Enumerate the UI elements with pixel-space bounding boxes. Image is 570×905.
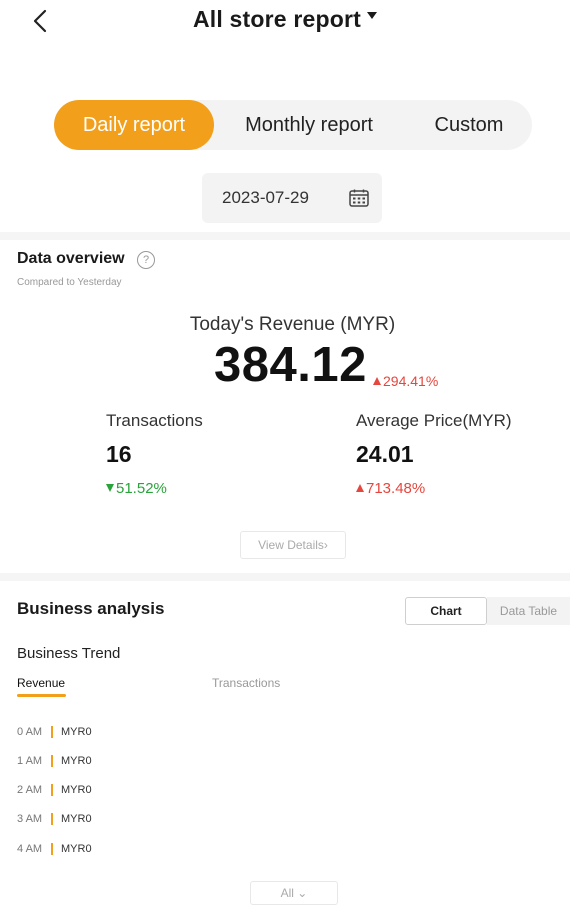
section-divider xyxy=(0,573,570,581)
store-selector[interactable]: All store report xyxy=(0,6,570,33)
arrow-up-icon xyxy=(356,483,364,492)
section-divider xyxy=(0,232,570,240)
date-value: 2023-07-29 xyxy=(222,188,309,207)
trend-row-time: 4 AM xyxy=(17,843,43,855)
arrow-down-icon xyxy=(106,483,114,492)
trend-row-value: MYR0 xyxy=(61,726,92,738)
data-table-view-button[interactable]: Data Table xyxy=(487,597,570,625)
help-icon[interactable]: ? xyxy=(137,251,155,269)
trend-row-time: 1 AM xyxy=(17,755,43,767)
calendar-icon xyxy=(349,189,369,207)
active-tab-indicator xyxy=(17,694,66,697)
revenue-value: 384.12 xyxy=(214,338,367,392)
revenue-change-value: 294.41% xyxy=(383,373,439,389)
caret-down-icon xyxy=(367,12,378,19)
trend-row-time: 2 AM xyxy=(17,784,43,796)
trend-row-bar xyxy=(51,784,53,796)
revenue-change: 294.41% xyxy=(373,373,438,389)
average-price-change-value: 713.48% xyxy=(366,480,426,497)
date-picker[interactable]: 2023-07-29 xyxy=(202,173,382,223)
trend-row-bar xyxy=(51,813,53,825)
overview-title: Data overview xyxy=(17,250,125,267)
transactions-change-value: 51.52% xyxy=(116,480,167,497)
hour-filter-dropdown[interactable]: All ⌄ xyxy=(250,881,338,905)
arrow-up-icon xyxy=(373,376,381,385)
trend-row-value: MYR0 xyxy=(61,784,92,796)
page-title: All store report xyxy=(192,6,362,32)
revenue-label: Today's Revenue (MYR) xyxy=(189,314,396,335)
trend-row: 0 AM MYR0 xyxy=(17,724,92,740)
trend-row-value: MYR0 xyxy=(61,843,92,855)
average-price-value: 24.01 xyxy=(356,441,414,467)
transactions-label: Transactions xyxy=(106,411,203,430)
trend-row-bar xyxy=(51,843,53,855)
trend-row: 2 AM MYR0 xyxy=(17,782,92,798)
period-tabs: Daily report Monthly report Custom xyxy=(54,100,532,150)
trend-row-value: MYR0 xyxy=(61,755,92,767)
business-analysis-title: Business analysis xyxy=(17,599,165,618)
trend-row-bar xyxy=(51,726,53,738)
tab-daily-report[interactable]: Daily report xyxy=(54,100,214,150)
tab-transactions[interactable]: Transactions xyxy=(212,676,280,690)
trend-row: 4 AM MYR0 xyxy=(17,841,92,857)
trend-row: 3 AM MYR0 xyxy=(17,811,92,827)
view-toggle: Chart Data Table xyxy=(405,597,570,625)
overview-subtitle: Compared to Yesterday xyxy=(17,277,122,288)
view-details-button[interactable]: View Details› xyxy=(240,531,346,559)
average-price-change: 713.48% xyxy=(356,480,425,497)
tab-monthly-report[interactable]: Monthly report xyxy=(224,100,394,150)
trend-row-bar xyxy=(51,755,53,767)
transactions-change: 51.52% xyxy=(106,480,167,497)
trend-row: 1 AM MYR0 xyxy=(17,753,92,769)
tab-revenue[interactable]: Revenue xyxy=(17,676,65,690)
trend-row-time: 3 AM xyxy=(17,813,43,825)
average-price-label: Average Price(MYR) xyxy=(356,411,512,430)
transactions-value: 16 xyxy=(106,441,132,467)
trend-row-value: MYR0 xyxy=(61,813,92,825)
business-trend-title: Business Trend xyxy=(17,645,121,662)
chart-view-button[interactable]: Chart xyxy=(405,597,487,625)
trend-row-time: 0 AM xyxy=(17,726,43,738)
tab-custom[interactable]: Custom xyxy=(414,100,524,150)
header: All store report xyxy=(0,0,570,44)
